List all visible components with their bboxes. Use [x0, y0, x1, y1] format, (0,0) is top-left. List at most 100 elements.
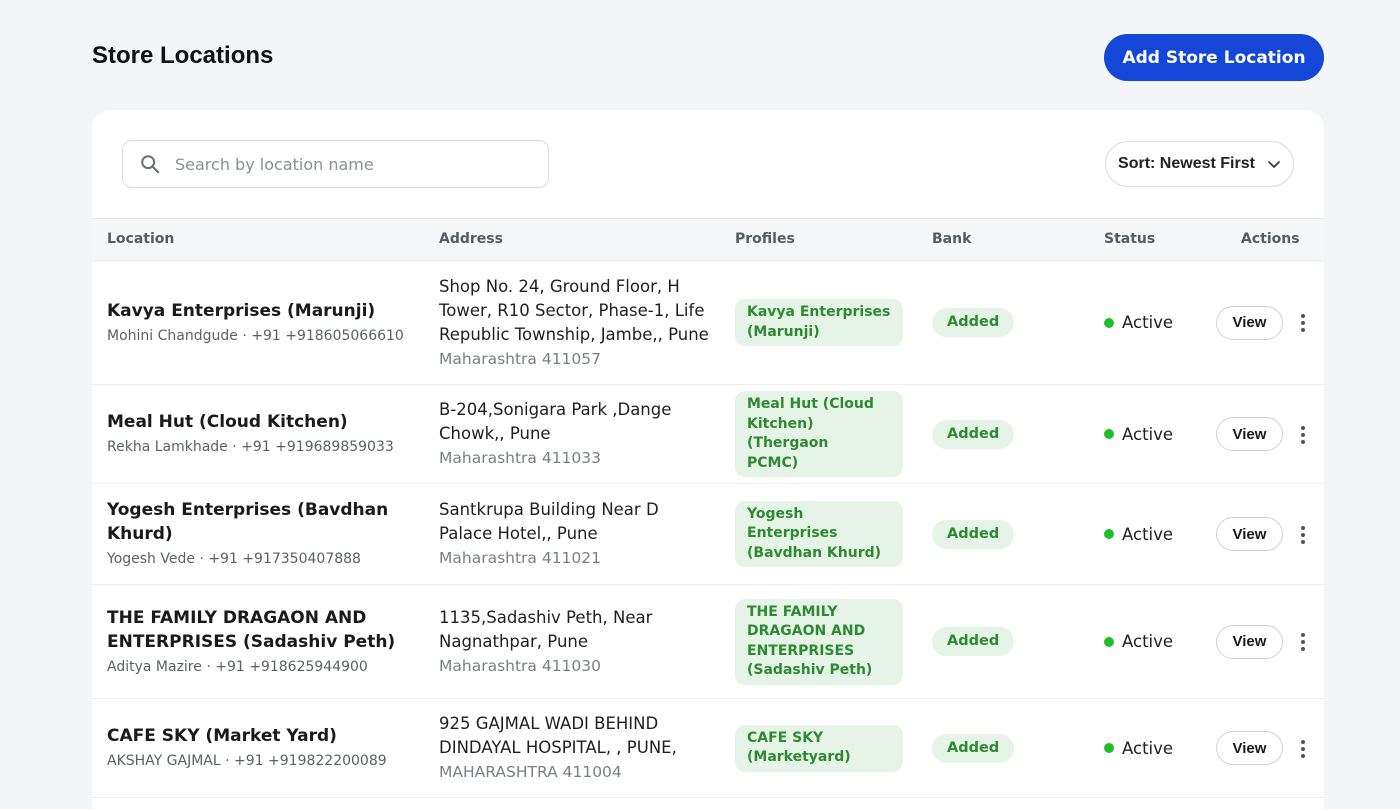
bank-cell: Added	[932, 261, 1052, 384]
location-contact: Mohini Chandgude · +91 +918605066610	[107, 327, 404, 344]
more-vertical-icon	[1301, 426, 1305, 444]
status-dot-icon	[1104, 317, 1114, 328]
add-store-location-button[interactable]: Add Store Location	[1104, 34, 1324, 81]
actions-cell: View	[1216, 261, 1286, 384]
address-state: Maharashtra 411033	[439, 449, 602, 467]
status-cell: Active	[1104, 261, 1214, 384]
profiles-cell: Kavya Enterprises (Marunji)	[735, 261, 915, 384]
bank-badge: Added	[932, 419, 1015, 449]
table-header: Location Address Profiles Bank Status Ac…	[92, 218, 1324, 261]
status-cell: Active	[1104, 585, 1214, 698]
more-actions-button[interactable]	[1293, 738, 1313, 760]
profiles-cell: Meal Hut (Cloud Kitchen) (Thergaon PCMC)	[735, 385, 915, 483]
address-line: Tower, R10 Sector, Phase-1, Life	[439, 300, 705, 320]
profile-badge-line: DRAGAON AND	[747, 623, 866, 639]
address-line: Shop No. 24, Ground Floor, H	[439, 276, 680, 296]
address-line: B-204,Sonigara Park ,Dange	[439, 400, 672, 419]
more-actions-button[interactable]	[1293, 312, 1313, 334]
column-header-location: Location	[107, 231, 175, 247]
address-line: Chowk,, Pune	[439, 424, 551, 443]
location-cell: Meal Hut (Cloud Kitchen) Rekha Lamkhade ·…	[107, 385, 417, 483]
table-row: THE FAMILY DRAGAON AND ENTERPRISES (Sadas…	[92, 585, 1324, 699]
status-indicator: Active	[1104, 425, 1214, 444]
profile-badge-line: THE FAMILY	[747, 603, 838, 620]
status-cell: Active	[1104, 484, 1214, 584]
location-name: ENTERPRISES (Sadashiv Peth)	[107, 631, 396, 652]
actions-cell: View	[1216, 699, 1286, 797]
search-input[interactable]	[175, 154, 535, 174]
profile-badge-line: (Marketyard)	[747, 749, 851, 765]
profiles-cell: THE FAMILY DRAGAON AND ENTERPRISES (Sadashi…	[735, 585, 915, 698]
location-cell: THE FAMILY DRAGAON AND ENTERPRISES (Sadas…	[107, 585, 417, 698]
profiles-cell: CAFE SKY (Marketyard)	[735, 699, 915, 797]
location-contact: AKSHAY GAJMAL · +91 +919822200089	[107, 753, 387, 769]
store-locations-card: Sort: Newest First Location Address Prof…	[92, 110, 1324, 809]
status-indicator: Active	[1104, 632, 1214, 651]
bank-badge: Added	[932, 519, 1015, 549]
location-name: THE FAMILY DRAGAON AND	[107, 607, 367, 628]
location-contact: Aditya Mazire · +91 +918625944900	[107, 658, 368, 675]
address-line: Palace Hotel,, Pune	[439, 524, 598, 543]
sort-dropdown[interactable]: Sort: Newest First	[1105, 141, 1294, 187]
more-actions-button[interactable]	[1293, 631, 1313, 653]
address-line: 925 GAJMAL WADI BEHIND	[439, 714, 659, 733]
column-header-profiles: Profiles	[735, 231, 795, 247]
column-header-bank: Bank	[932, 231, 972, 247]
view-button[interactable]: View	[1216, 305, 1283, 340]
profile-badge[interactable]: Meal Hut (Cloud Kitchen) (Thergaon PCMC)	[735, 391, 903, 477]
profile-badge[interactable]: Kavya Enterprises (Marunji)	[735, 299, 903, 346]
search-box[interactable]	[122, 140, 549, 188]
status-dot-icon	[1104, 529, 1114, 539]
actions-cell: View	[1216, 585, 1286, 698]
address-line: Republic Township, Jambe,, Pune	[439, 324, 709, 344]
profile-badge-line: PCMC)	[747, 454, 799, 471]
more-vertical-icon	[1301, 314, 1305, 332]
location-name: Meal Hut (Cloud Kitchen)	[107, 412, 348, 432]
profiles-cell: Yogesh Enterprises (Bavdhan Khurd)	[735, 484, 915, 584]
status-text: Active	[1122, 313, 1174, 332]
profile-badge-line: (Sadashiv Peth)	[747, 662, 873, 678]
profile-badge-line: Kavya Enterprises	[747, 304, 891, 320]
location-name: Kavya Enterprises (Marunji)	[107, 300, 376, 321]
bank-badge: Added	[932, 308, 1015, 337]
profile-badge[interactable]: CAFE SKY (Marketyard)	[735, 724, 903, 772]
view-button[interactable]: View	[1216, 417, 1283, 451]
address-state: MAHARASHTRA 411004	[439, 763, 622, 781]
sort-label: Sort: Newest First	[1118, 155, 1255, 172]
status-text: Active	[1122, 738, 1174, 758]
status-indicator: Active	[1104, 525, 1214, 544]
status-dot-icon	[1104, 743, 1114, 753]
location-name: Khurd)	[107, 524, 173, 544]
address-cell: 1135,Sadashiv Peth, Near Nagnathpar, Pune…	[439, 585, 729, 698]
profile-badge[interactable]: Yogesh Enterprises (Bavdhan Khurd)	[735, 500, 903, 568]
address-state: Maharashtra 411057	[439, 349, 602, 368]
address-cell: B-204,Sonigara Park ,Dange Chowk,, Pune Ma…	[439, 385, 729, 483]
address-line: Santkrupa Building Near D	[439, 500, 659, 519]
status-indicator: Active	[1104, 739, 1214, 758]
location-name: CAFE SKY (Market Yard)	[107, 726, 337, 746]
address-line: Nagnathpar, Pune	[439, 631, 589, 651]
more-vertical-icon	[1301, 526, 1305, 544]
status-cell: Active	[1104, 699, 1214, 797]
bank-cell: Added	[932, 699, 1052, 797]
address-cell: Shop No. 24, Ground Floor, H Tower, R10 S…	[439, 261, 729, 384]
more-actions-button[interactable]	[1293, 524, 1313, 546]
profile-badge-line: ENTERPRISES	[747, 642, 855, 659]
more-vertical-icon	[1301, 740, 1305, 758]
more-actions-button[interactable]	[1293, 424, 1313, 446]
address-cell: Santkrupa Building Near D Palace Hotel,, …	[439, 484, 729, 584]
profile-badge-line: CAFE SKY	[747, 729, 824, 746]
table-row: Meal Hut (Cloud Kitchen) Rekha Lamkhade ·…	[92, 385, 1324, 484]
status-dot-icon	[1104, 636, 1114, 647]
bank-badge: Added	[932, 733, 1015, 763]
view-button[interactable]: View	[1216, 624, 1283, 659]
location-contact: Yogesh Vede · +91 +917350407888	[107, 551, 361, 567]
column-header-status: Status	[1104, 231, 1156, 247]
address-line: DINDAYAL HOSPITAL, , PUNE,	[439, 738, 677, 757]
view-button[interactable]: View	[1216, 731, 1283, 765]
profile-badge[interactable]: THE FAMILY DRAGAON AND ENTERPRISES (Sadashi…	[735, 598, 903, 685]
location-contact: Rekha Lamkhade · +91 +919689859033	[107, 439, 394, 455]
table-row: CAFE SKY (Market Yard) AKSHAY GAJMAL · +9…	[92, 699, 1324, 798]
profile-badge-line: Meal Hut (Cloud	[747, 396, 874, 412]
view-button[interactable]: View	[1216, 517, 1283, 551]
